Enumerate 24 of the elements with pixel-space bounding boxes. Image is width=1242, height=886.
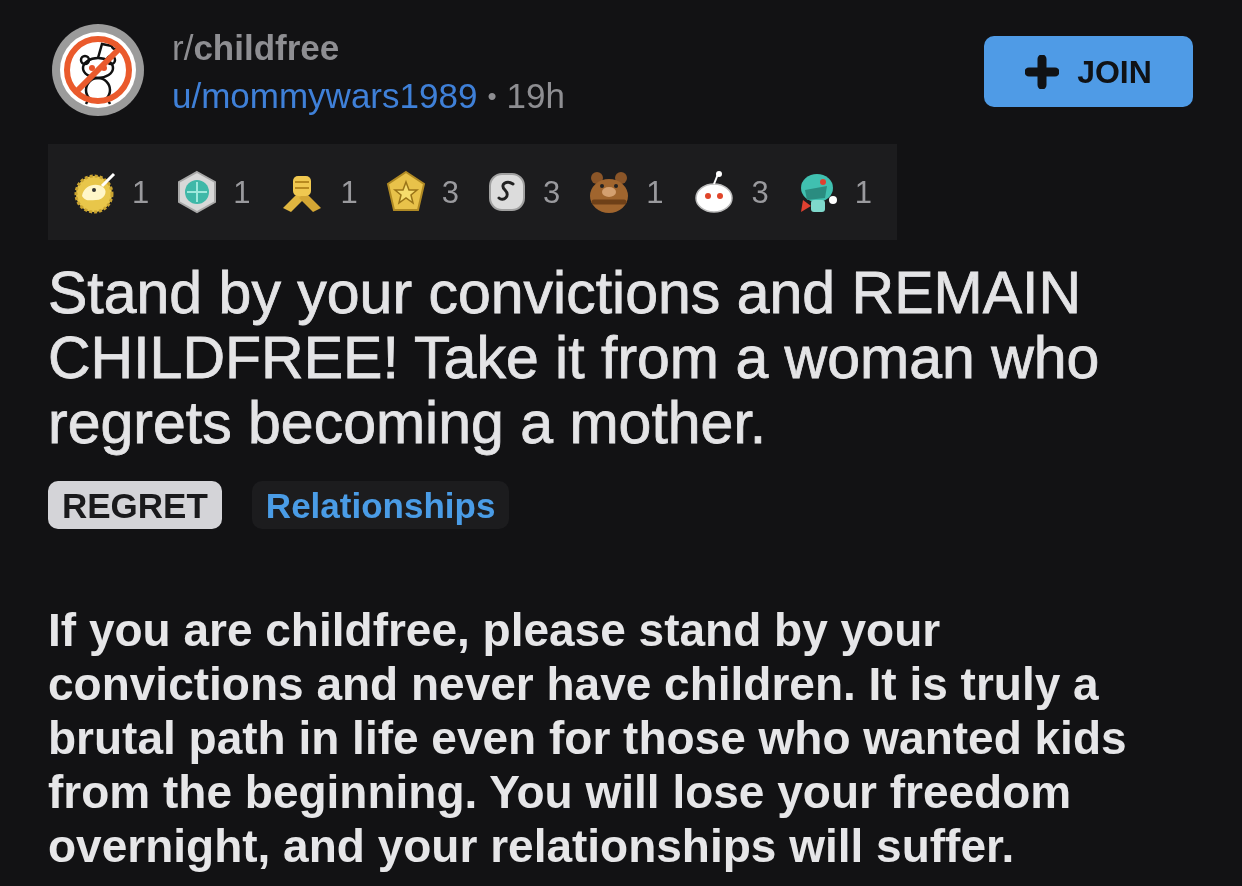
- flair-tag[interactable]: Relationships: [251, 481, 510, 529]
- author-link[interactable]: u/mommywars1989: [172, 74, 478, 118]
- post-title: Stand by your convictions and REMAIN CHILDFREE! Take it from a woman who regrets becoming a mother.: [48, 261, 1101, 456]
- award-count: 1: [340, 176, 358, 208]
- separator-dot: •: [487, 80, 497, 113]
- bear-award-icon: [588, 170, 631, 214]
- avatar-icon: [52, 24, 144, 116]
- star-award-icon: [385, 170, 426, 214]
- squiggle-coin-award-icon: [487, 170, 527, 214]
- plus-icon: [1025, 54, 1060, 89]
- award-count: 1: [233, 176, 251, 208]
- subreddit-name[interactable]: r/childfree: [172, 26, 565, 70]
- award-count: 3: [751, 176, 769, 208]
- award-count: 1: [132, 176, 150, 208]
- flair-tag[interactable]: REGRET: [48, 481, 222, 529]
- post-time: 19h: [506, 75, 565, 117]
- narwhal-award-icon: [72, 170, 116, 214]
- award-count: 1: [854, 176, 872, 208]
- join-button[interactable]: JOIN: [984, 36, 1193, 107]
- hexagon-award-icon: [177, 170, 218, 214]
- award-count: 3: [441, 176, 459, 208]
- award-count: 3: [543, 176, 561, 208]
- post-body: If you are childfree, please stand by your convictions and never have children. It is truly a brutal path in life even for those who wanted kids from the beginning. You will lose your freedom overnight, and your relationships will suffer.: [48, 603, 1128, 873]
- award-count: 1: [646, 176, 664, 208]
